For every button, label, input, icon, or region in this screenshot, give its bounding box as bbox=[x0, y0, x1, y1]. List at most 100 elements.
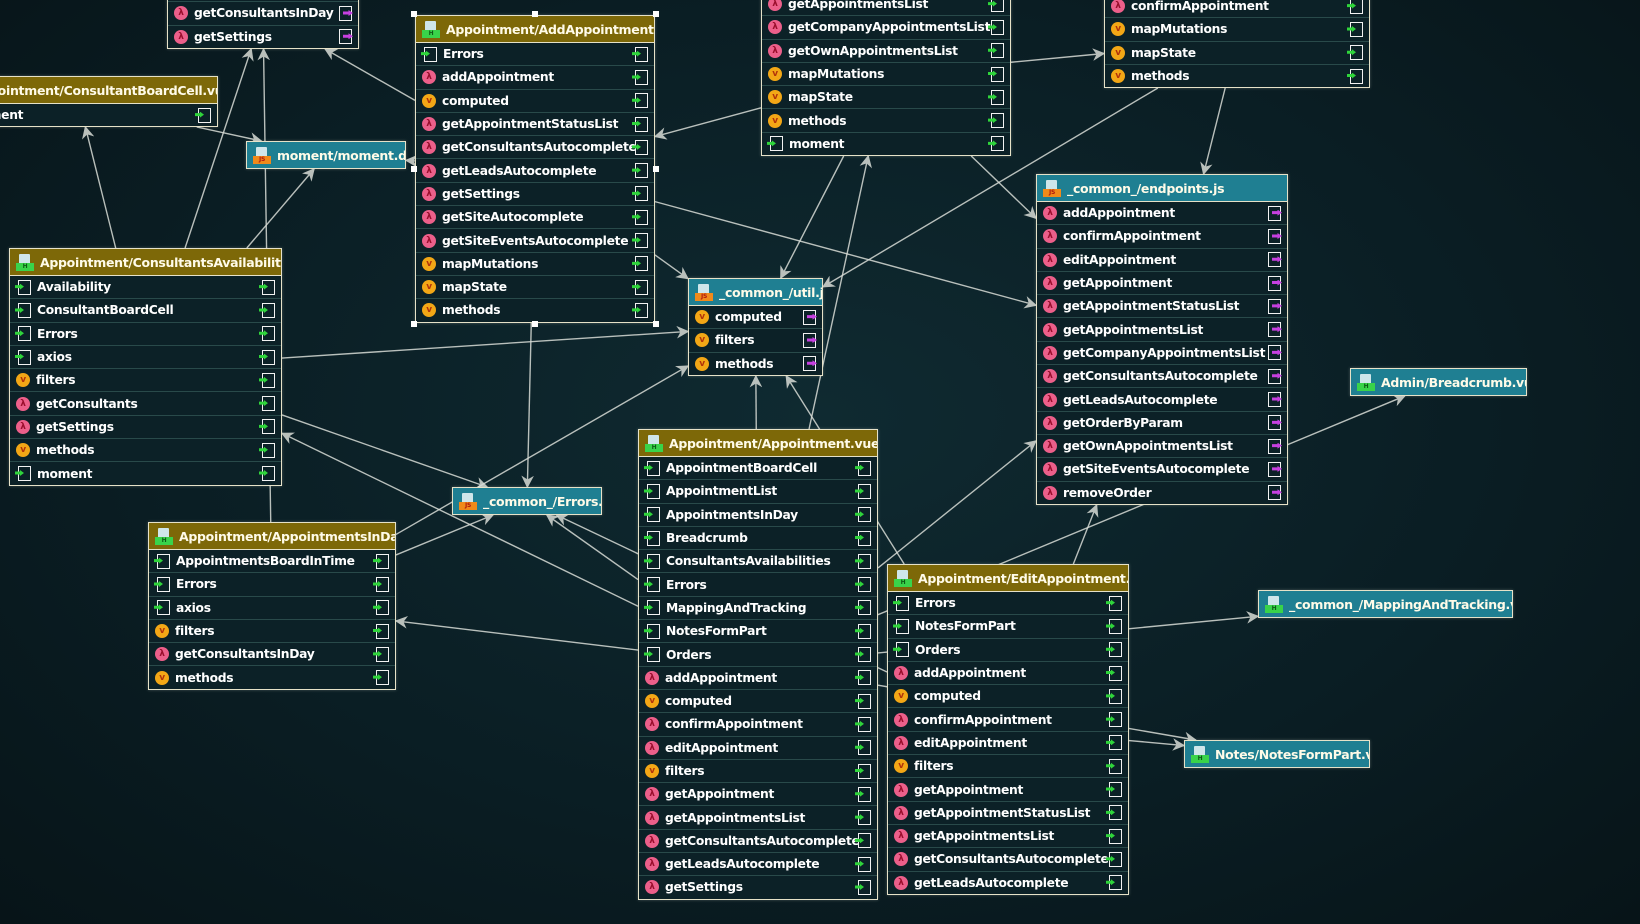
module-node-header[interactable]: JS moment/moment.d.ts bbox=[247, 142, 405, 168]
selection-handle[interactable] bbox=[411, 321, 417, 327]
import-port-icon[interactable] bbox=[858, 530, 871, 546]
member-row[interactable]: λ getSiteEventsAutocomplete bbox=[1037, 458, 1287, 482]
member-row[interactable]: λ getConsultantsAutocomplete bbox=[416, 136, 654, 160]
export-port-icon[interactable] bbox=[803, 356, 816, 372]
member-row[interactable]: moment bbox=[0, 104, 217, 126]
import-port-icon[interactable] bbox=[991, 43, 1004, 59]
import-port-icon[interactable] bbox=[635, 46, 648, 62]
member-row[interactable]: v methods bbox=[762, 109, 1010, 133]
module-node-header[interactable]: H Appointment/ConsultantsAvailabilities.v… bbox=[10, 249, 281, 276]
member-row[interactable]: moment bbox=[10, 462, 281, 484]
member-row[interactable]: Errors bbox=[888, 592, 1128, 616]
module-node-admin-breadcrumb[interactable]: H Admin/Breadcrumb.vue bbox=[1350, 368, 1527, 396]
member-row[interactable]: λ getLeadsAutocomplete bbox=[639, 853, 877, 877]
member-row[interactable]: Availability bbox=[10, 276, 281, 300]
import-port-icon[interactable] bbox=[858, 670, 871, 686]
member-row[interactable]: AppointmentsBoardInTime bbox=[149, 550, 395, 574]
import-port-icon[interactable] bbox=[858, 763, 871, 779]
diagram-canvas[interactable]: λgetConsultantsλgetConsultantsInDayλgetS… bbox=[0, 0, 1640, 924]
export-port-icon[interactable] bbox=[1268, 415, 1281, 431]
member-row[interactable]: λ getCompanyAppointmentsList bbox=[762, 16, 1010, 40]
member-row[interactable]: λ editAppointment bbox=[639, 737, 877, 760]
import-port-icon[interactable] bbox=[858, 553, 871, 569]
member-row[interactable]: MappingAndTracking bbox=[639, 597, 877, 621]
export-port-icon[interactable] bbox=[339, 29, 352, 45]
module-node-header[interactable]: H _common_/MappingAndTracking.vue bbox=[1259, 591, 1512, 617]
member-row[interactable]: Breadcrumb bbox=[639, 527, 877, 551]
member-row[interactable]: λ getCompanyAppointmentsList bbox=[1037, 342, 1287, 366]
import-port-icon[interactable] bbox=[1350, 45, 1363, 61]
member-row[interactable]: v filters bbox=[639, 760, 877, 784]
member-row[interactable]: axios bbox=[10, 346, 281, 370]
import-port-icon[interactable] bbox=[262, 372, 275, 388]
import-port-icon[interactable] bbox=[198, 107, 211, 123]
module-node-header[interactable]: JS _common_/endpoints.js bbox=[1037, 175, 1287, 202]
import-port-icon[interactable] bbox=[858, 577, 871, 593]
selection-handle[interactable] bbox=[532, 11, 538, 17]
member-row[interactable]: v computed bbox=[639, 690, 877, 714]
member-row[interactable]: v methods bbox=[1105, 65, 1369, 87]
member-row[interactable]: v filters bbox=[689, 329, 822, 353]
member-row[interactable]: axios bbox=[149, 597, 395, 620]
member-row[interactable]: v filters bbox=[149, 620, 395, 644]
member-row[interactable]: v mapState bbox=[1105, 42, 1369, 65]
import-port-icon[interactable] bbox=[1109, 805, 1122, 821]
import-port-icon[interactable] bbox=[858, 740, 871, 756]
member-row[interactable]: v mapMutations bbox=[1105, 18, 1369, 42]
member-row[interactable]: λ getOrderByParam bbox=[1037, 412, 1287, 435]
import-port-icon[interactable] bbox=[262, 419, 275, 435]
module-node-appointment[interactable]: H Appointment/Appointment.vue AppointmentB… bbox=[638, 429, 878, 900]
import-port-icon[interactable] bbox=[1109, 828, 1122, 844]
member-row[interactable]: λ getConsultantsAutocomplete bbox=[1037, 365, 1287, 389]
member-row[interactable]: λ editAppointment bbox=[1037, 249, 1287, 272]
import-port-icon[interactable] bbox=[1109, 665, 1122, 681]
export-port-icon[interactable] bbox=[1268, 205, 1281, 221]
member-row[interactable]: λ getLeadsAutocomplete bbox=[888, 872, 1128, 894]
member-row[interactable]: λ confirmAppointment bbox=[888, 708, 1128, 732]
member-row[interactable]: λ getConsultantsInDay bbox=[168, 2, 358, 26]
selection-handle[interactable] bbox=[411, 166, 417, 172]
member-row[interactable]: AppointmentBoardCell bbox=[639, 457, 877, 481]
import-port-icon[interactable] bbox=[635, 279, 648, 295]
import-port-icon[interactable] bbox=[1109, 782, 1122, 798]
import-port-icon[interactable] bbox=[262, 442, 275, 458]
import-port-icon[interactable] bbox=[1350, 0, 1363, 14]
import-port-icon[interactable] bbox=[858, 483, 871, 499]
import-port-icon[interactable] bbox=[635, 233, 648, 249]
import-port-icon[interactable] bbox=[376, 576, 389, 592]
member-row[interactable]: v methods bbox=[10, 439, 281, 463]
import-port-icon[interactable] bbox=[1109, 618, 1122, 634]
import-port-icon[interactable] bbox=[858, 693, 871, 709]
member-row[interactable]: v mapState bbox=[416, 276, 654, 300]
member-row[interactable]: NotesFormPart bbox=[639, 620, 877, 644]
selection-handle[interactable] bbox=[653, 321, 659, 327]
import-port-icon[interactable] bbox=[1109, 851, 1122, 867]
import-port-icon[interactable] bbox=[991, 66, 1004, 82]
import-port-icon[interactable] bbox=[991, 136, 1004, 152]
export-port-icon[interactable] bbox=[1268, 252, 1281, 268]
module-node-consultant-board-cell[interactable]: HAppointment/ConsultantBoardCell.vue mome… bbox=[0, 76, 218, 128]
member-row[interactable]: AppointmentsInDay bbox=[639, 504, 877, 527]
export-port-icon[interactable] bbox=[1268, 438, 1281, 454]
import-port-icon[interactable] bbox=[1109, 595, 1122, 611]
member-row[interactable]: λ getAppointment bbox=[888, 778, 1128, 802]
member-row[interactable]: λ getAppointmentStatusList bbox=[1037, 295, 1287, 319]
member-row[interactable]: λ getSettings bbox=[639, 876, 877, 898]
member-row[interactable]: λ getAppointmentsList bbox=[762, 0, 1010, 17]
member-row[interactable]: λ getConsultantsAutocomplete bbox=[639, 830, 877, 854]
member-row[interactable]: λ getAppointmentStatusList bbox=[888, 802, 1128, 825]
import-port-icon[interactable] bbox=[858, 786, 871, 802]
member-row[interactable]: v mapState bbox=[762, 86, 1010, 110]
import-port-icon[interactable] bbox=[858, 833, 871, 849]
member-row[interactable]: λ removeOrder bbox=[1037, 482, 1287, 504]
module-node-common-util[interactable]: JS _common_/util.js v computed v filters v meth… bbox=[688, 278, 823, 376]
module-node-header[interactable]: H Appointment/AddAppointment.vue bbox=[416, 16, 654, 43]
export-port-icon[interactable] bbox=[1268, 345, 1281, 361]
member-row[interactable]: v methods bbox=[149, 666, 395, 688]
import-port-icon[interactable] bbox=[858, 647, 871, 663]
import-port-icon[interactable] bbox=[635, 139, 648, 155]
import-port-icon[interactable] bbox=[376, 623, 389, 639]
member-row[interactable]: λ getSiteAutocomplete bbox=[416, 206, 654, 230]
import-port-icon[interactable] bbox=[858, 856, 871, 872]
import-port-icon[interactable] bbox=[635, 163, 648, 179]
